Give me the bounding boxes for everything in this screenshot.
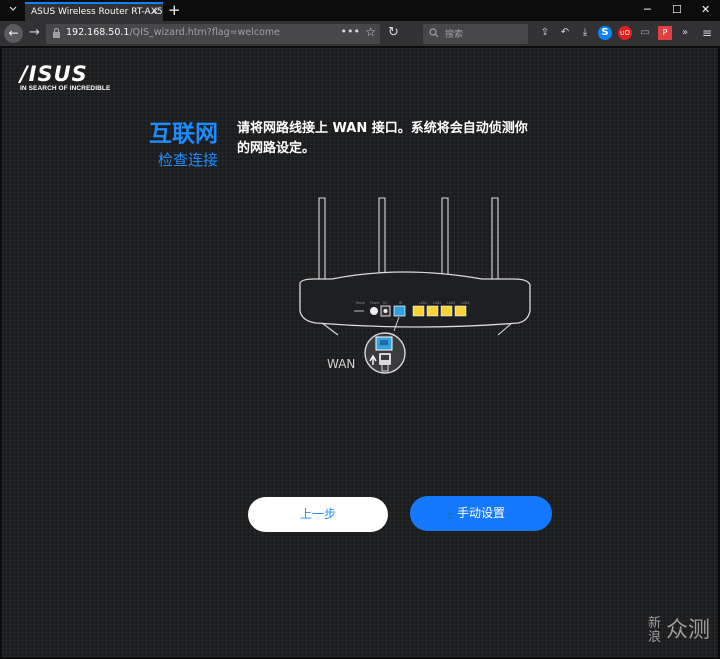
search-icon	[429, 28, 439, 38]
overflow-icon[interactable]: »	[678, 26, 692, 40]
svg-text:LAN2: LAN2	[433, 301, 441, 305]
tab-active[interactable]: ASUS Wireless Router RT-AX56U ×	[25, 2, 163, 21]
search-placeholder: 搜索	[445, 30, 464, 40]
svg-text:LAN3: LAN3	[447, 301, 455, 305]
previous-step-button[interactable]: 上一步	[248, 497, 388, 532]
svg-text:LAN4: LAN4	[461, 301, 469, 305]
logo-wordmark: /ISUS	[20, 62, 88, 86]
sync-icon[interactable]: S	[598, 26, 612, 40]
download-icon[interactable]: ⤓	[578, 26, 592, 40]
svg-text:Reset: Reset	[356, 301, 366, 305]
page-subtitle: 检查连接	[157, 151, 218, 169]
bookmark-star-icon[interactable]: ☆	[365, 25, 376, 39]
logo-tagline: IN SEARCH OF INCREDIBLE	[20, 85, 111, 92]
back-icon[interactable]: ←	[4, 24, 23, 43]
maximize-button[interactable]: ☐	[672, 3, 682, 17]
undo-icon[interactable]: ↶	[558, 26, 572, 40]
router-setup-page: /ISUS IN SEARCH OF INCREDIBLE 互联网 检查连接 请…	[2, 48, 718, 657]
tab-title: ASUS Wireless Router RT-AX56U	[31, 7, 163, 17]
tab-close-button[interactable]: ×	[151, 4, 159, 20]
reader-icon[interactable]: ▭	[638, 26, 652, 40]
url-text[interactable]: 192.168.50.1/QIS_wizard.htm?flag=welcome	[66, 27, 280, 38]
save-icon[interactable]: ⇪	[538, 26, 552, 40]
close-window-button[interactable]: ✕	[701, 3, 710, 17]
tab-list-icon[interactable]	[8, 4, 18, 14]
wan-port-icon	[393, 305, 406, 317]
url-host: 192.168.50.1	[66, 27, 130, 38]
wan-label: WAN	[327, 357, 356, 371]
instruction-text: 请将网路线接上 WAN 接口。系统将会自动侦测你 的网路设定。	[237, 119, 567, 159]
menu-icon[interactable]: ≡	[700, 26, 714, 40]
manual-setup-button[interactable]: 手动设置	[410, 496, 552, 531]
lock-icon[interactable]	[52, 28, 61, 39]
svg-text:Power: Power	[370, 301, 380, 305]
forward-icon[interactable]: →	[29, 25, 40, 41]
pocket-icon[interactable]: P	[658, 26, 672, 40]
asus-logo[interactable]: /ISUS IN SEARCH OF INCREDIBLE	[20, 62, 111, 93]
extension-icon[interactable]: uO	[618, 26, 632, 40]
minimize-button[interactable]: ─	[644, 3, 651, 17]
instruction-line-1: 请将网路线接上 WAN 接口。系统将会自动侦测你	[237, 121, 528, 136]
url-path: /QIS_wizard.htm?flag=welcome	[129, 27, 280, 38]
reload-icon[interactable]: ↻	[388, 25, 399, 41]
router-illustration: Reset Power DC W LAN1 LAN2 LAN3 LAN4	[299, 197, 531, 374]
new-tab-button[interactable]: +	[168, 1, 181, 19]
svg-text:DC: DC	[383, 301, 388, 305]
page-actions-icon[interactable]: •••	[341, 25, 360, 38]
router-body	[299, 271, 531, 328]
tab-bar: ASUS Wireless Router RT-AX56U × + ─ ☐ ✕	[0, 0, 720, 21]
page-title: 互联网	[149, 121, 218, 147]
watermark-big: 众测	[665, 618, 710, 643]
watermark-small: 新浪	[647, 616, 661, 645]
instruction-line-2: 的网路设定。	[237, 141, 316, 156]
wan-cable-icon	[364, 332, 406, 374]
navigation-toolbar: ← → 192.168.50.1/QIS_wizard.htm?flag=wel…	[0, 21, 720, 47]
watermark: 新浪 众测	[648, 617, 710, 645]
search-input[interactable]: 搜索	[423, 24, 528, 44]
svg-text:LAN1: LAN1	[419, 301, 427, 305]
url-bar[interactable]: 192.168.50.1/QIS_wizard.htm?flag=welcome…	[46, 24, 380, 44]
